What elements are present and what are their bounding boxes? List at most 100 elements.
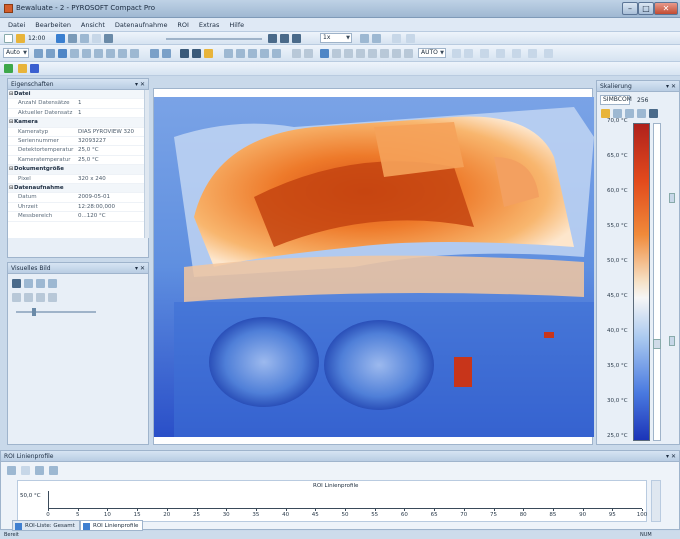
prop-row[interactable]: Kameratyp DIAS PYROVIEW 320 bbox=[8, 128, 144, 137]
menu-ansicht[interactable]: Ansicht bbox=[81, 18, 105, 32]
roi-rect-icon[interactable] bbox=[118, 49, 127, 58]
menu-roi[interactable]: ROI bbox=[177, 18, 189, 32]
properties-scrollbar[interactable] bbox=[144, 90, 149, 238]
histogram-icon[interactable] bbox=[236, 49, 245, 58]
zoom-icon[interactable] bbox=[24, 279, 33, 288]
prop-category[interactable]: ⊟ Datenaufnahme bbox=[8, 184, 144, 194]
compare-icon[interactable] bbox=[512, 49, 521, 58]
flip-icon[interactable] bbox=[48, 279, 57, 288]
filter-icon[interactable] bbox=[392, 49, 401, 58]
menu-datei[interactable]: Datei bbox=[8, 18, 25, 32]
close-button[interactable]: ✕ bbox=[654, 2, 678, 15]
blue-status-icon[interactable] bbox=[30, 64, 39, 73]
info-icon[interactable] bbox=[368, 49, 377, 58]
prop-row[interactable]: Datum 2009-05-01 bbox=[8, 193, 144, 203]
camera-icon[interactable] bbox=[528, 49, 537, 58]
profile-settings-icon[interactable] bbox=[7, 466, 16, 475]
opacity-slider-track[interactable] bbox=[16, 311, 96, 313]
export-icon[interactable] bbox=[406, 34, 415, 43]
scale-down-icon[interactable] bbox=[625, 109, 634, 118]
profile-pause-icon[interactable] bbox=[21, 466, 30, 475]
mode-select[interactable]: Auto ▼ bbox=[3, 48, 29, 58]
cursor-icon[interactable] bbox=[150, 49, 159, 58]
pin-close-icon[interactable]: ▾ ✕ bbox=[666, 81, 676, 92]
align-icon[interactable] bbox=[36, 293, 45, 302]
grid-icon[interactable] bbox=[70, 49, 79, 58]
highlight-icon[interactable] bbox=[204, 49, 213, 58]
last-frame-icon[interactable] bbox=[372, 34, 381, 43]
thermal-image-view[interactable] bbox=[153, 88, 594, 445]
preset-select[interactable]: AUTO ▼ bbox=[418, 48, 446, 58]
menu-hilfe[interactable]: Hilfe bbox=[229, 18, 244, 32]
record-icon[interactable] bbox=[292, 34, 301, 43]
menu-datenaufnahme[interactable]: Datenaufnahme bbox=[115, 18, 168, 32]
crosshair-icon[interactable] bbox=[180, 49, 189, 58]
yellow-status-icon[interactable] bbox=[18, 64, 27, 73]
open-folder-icon[interactable] bbox=[16, 34, 25, 43]
profile-export-icon[interactable] bbox=[35, 466, 44, 475]
layers-icon[interactable] bbox=[404, 49, 413, 58]
maximize-button[interactable]: □ bbox=[638, 2, 654, 15]
blend-icon[interactable] bbox=[24, 293, 33, 302]
minimize-button[interactable]: – bbox=[622, 2, 638, 15]
prop-row[interactable]: Seriennummer 32093227 bbox=[8, 137, 144, 147]
stat-min-icon[interactable] bbox=[452, 49, 461, 58]
palette-icon[interactable] bbox=[292, 49, 301, 58]
pause-icon[interactable] bbox=[280, 34, 289, 43]
prop-row[interactable]: Aktueller Datensatz 1 bbox=[8, 109, 144, 119]
opacity-slider-thumb[interactable] bbox=[32, 308, 36, 316]
profile-copy-icon[interactable] bbox=[49, 466, 58, 475]
tab-roi-list[interactable]: ROI-Liste: Gesamt bbox=[12, 520, 80, 531]
draw-line-icon[interactable] bbox=[192, 49, 201, 58]
scale-upper-handle[interactable] bbox=[669, 193, 675, 203]
speed-select[interactable]: 1x ▼ bbox=[320, 33, 352, 43]
prop-row[interactable]: Pixel 320 x 240 bbox=[8, 175, 144, 184]
rotate-icon[interactable] bbox=[36, 279, 45, 288]
roi-line-icon[interactable] bbox=[106, 49, 115, 58]
save-icon[interactable] bbox=[56, 34, 65, 43]
prop-category[interactable]: ⊟ Kamera bbox=[8, 118, 144, 128]
manual-scale-icon[interactable] bbox=[332, 49, 341, 58]
paste-icon[interactable] bbox=[92, 34, 101, 43]
scale-scrollbar[interactable] bbox=[653, 123, 661, 441]
scale-icon[interactable] bbox=[304, 49, 313, 58]
delete-roi-icon[interactable] bbox=[272, 49, 281, 58]
select-icon[interactable] bbox=[162, 49, 171, 58]
collapse-icon[interactable]: ⊟ bbox=[9, 165, 13, 174]
prop-category[interactable]: ⊟ Datei bbox=[8, 90, 144, 100]
palette-select[interactable]: SIMBCOM bbox=[600, 95, 632, 105]
playback-slider-track[interactable] bbox=[166, 38, 262, 40]
measure-icon[interactable] bbox=[82, 49, 91, 58]
report-icon[interactable] bbox=[496, 49, 505, 58]
analysis-icon[interactable] bbox=[224, 49, 233, 58]
scale-lock-icon[interactable] bbox=[649, 109, 658, 118]
stat-avg-icon[interactable] bbox=[480, 49, 489, 58]
menu-bearbeiten[interactable]: Bearbeiten bbox=[35, 18, 71, 32]
calculator-icon[interactable] bbox=[104, 34, 113, 43]
scale-settings-icon[interactable] bbox=[601, 109, 610, 118]
green-status-icon[interactable] bbox=[4, 64, 13, 73]
first-frame-icon[interactable] bbox=[360, 34, 369, 43]
roi-point-icon[interactable] bbox=[94, 49, 103, 58]
prop-row[interactable]: Messbereich 0...120 °C bbox=[8, 212, 144, 222]
reset-icon[interactable] bbox=[356, 49, 365, 58]
prop-row[interactable]: Anzahl Datensätze 1 bbox=[8, 99, 144, 109]
refresh-icon[interactable] bbox=[48, 293, 57, 302]
prop-row[interactable]: Detektortemperatur 25,0 °C bbox=[8, 146, 144, 156]
roi-ellipse-icon[interactable] bbox=[130, 49, 139, 58]
scale-range-icon[interactable] bbox=[637, 109, 646, 118]
pin-close-icon[interactable]: ▾ ✕ bbox=[135, 263, 145, 274]
prop-row[interactable]: Kameratemperatur 25,0 °C bbox=[8, 156, 144, 166]
collapse-icon[interactable]: ⊟ bbox=[9, 184, 13, 193]
menu-extras[interactable]: Extras bbox=[199, 18, 220, 32]
lock-icon[interactable] bbox=[344, 49, 353, 58]
profile-plot[interactable]: ROI Linienprofile 50,0 °C 0 5 10 15 20 25 30 35… bbox=[17, 480, 647, 522]
window-icon[interactable] bbox=[544, 49, 553, 58]
auto-scale-icon[interactable] bbox=[320, 49, 329, 58]
thermal-image[interactable] bbox=[154, 97, 594, 437]
scale-scrollbar-thumb[interactable] bbox=[653, 339, 661, 349]
scale-lower-handle[interactable] bbox=[669, 336, 675, 346]
collapse-icon[interactable]: ⊟ bbox=[9, 118, 13, 127]
gear-icon[interactable] bbox=[380, 49, 389, 58]
zoom-in-icon[interactable] bbox=[34, 49, 43, 58]
